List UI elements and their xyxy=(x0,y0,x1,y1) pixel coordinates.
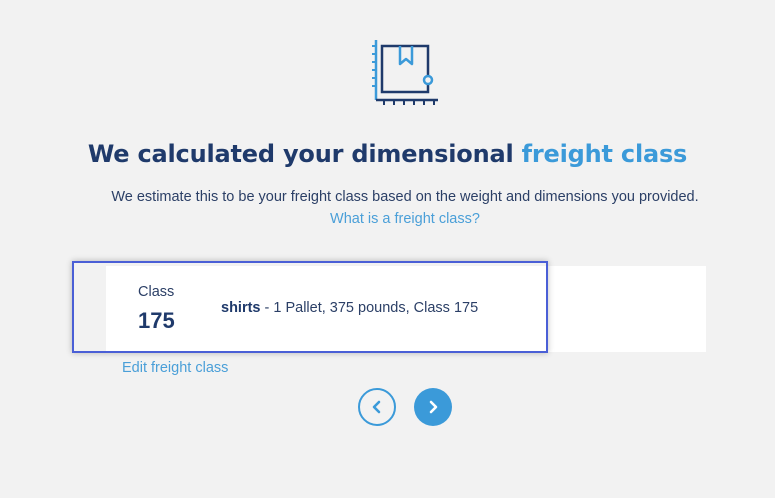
box-measure-icon xyxy=(370,38,442,110)
page-title-main: We calculated your dimensional xyxy=(87,140,522,168)
edit-freight-class-link[interactable]: Edit freight class xyxy=(122,360,228,376)
freight-class-help-link[interactable]: What is a freight class? xyxy=(0,211,775,227)
page-title-accent: freight class xyxy=(521,140,688,168)
chevron-left-icon xyxy=(372,400,381,414)
page-title: We calculated your dimensional freight c… xyxy=(0,140,775,168)
highlight-box xyxy=(72,261,548,353)
chevron-right-icon xyxy=(429,400,438,414)
page-subtitle: We estimate this to be your freight clas… xyxy=(111,189,699,205)
next-button[interactable] xyxy=(414,388,452,426)
previous-button[interactable] xyxy=(358,388,396,426)
